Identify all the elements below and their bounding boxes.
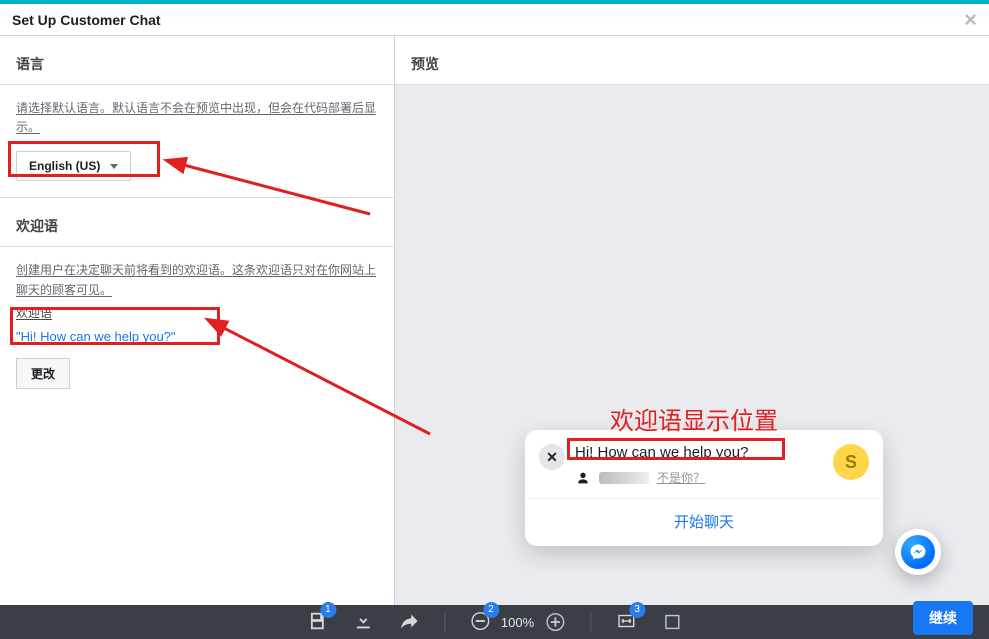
tool-save-badge: 1 (320, 602, 336, 618)
toolbar-tools: 1 2 100% 3 (306, 610, 683, 635)
greeting-field-value[interactable]: "Hi! How can we help you?" (16, 329, 378, 344)
preview-body: ✕ Hi! How can we help you? 不是你？ S 开始 (395, 85, 989, 635)
language-section: 请选择默认语言。默认语言不会在预览中出现，但会在代码部署后显示。 English… (0, 85, 394, 191)
zoom-controls: 2 100% (469, 610, 566, 635)
zoom-out-badge: 2 (483, 602, 499, 618)
toolbar-divider (590, 612, 591, 632)
change-button[interactable]: 更改 (16, 358, 70, 389)
tool-fit-width[interactable]: 3 (615, 610, 637, 635)
card-main: Hi! How can we help you? 不是你？ (575, 444, 823, 486)
card-username-redacted (599, 472, 649, 484)
fit-page-icon (661, 611, 683, 633)
person-icon (575, 470, 591, 486)
greeting-section: 创建用户在决定聊天前将看到的欢迎语。这条欢迎语只对在你网站上聊天的顾客可见。 欢… (0, 247, 394, 398)
panels: 语言 请选择默认语言。默认语言不会在预览中出现，但会在代码部署后显示。 Engl… (0, 36, 989, 635)
plus-circle-icon (544, 611, 566, 633)
card-close-button[interactable]: ✕ (539, 444, 565, 470)
app-root: Set Up Customer Chat × 语言 请选择默认语言。默认语言不会… (0, 0, 989, 639)
card-identity-row: 不是你？ (575, 469, 823, 486)
chat-preview-card: ✕ Hi! How can we help you? 不是你？ S 开始 (525, 430, 883, 546)
zoom-percent: 100% (501, 615, 534, 630)
card-not-you-link[interactable]: 不是你？ (657, 469, 705, 486)
language-selected-value: English (US) (29, 159, 100, 173)
greeting-help-text: 创建用户在决定聊天前将看到的欢迎语。这条欢迎语只对在你网站上聊天的顾客可见。 (16, 261, 378, 299)
language-help-text: 请选择默认语言。默认语言不会在预览中出现，但会在代码部署后显示。 (16, 99, 378, 137)
card-top-row: ✕ Hi! How can we help you? 不是你？ S (539, 444, 869, 486)
bottom-toolbar: 1 2 100% 3 (0, 605, 989, 639)
chevron-down-icon (110, 164, 118, 169)
tool-save[interactable]: 1 (306, 610, 328, 635)
card-avatar: S (833, 444, 869, 480)
share-icon (398, 610, 420, 632)
download-icon (352, 610, 374, 632)
card-greeting-text: Hi! How can we help you? (575, 444, 823, 461)
language-select-wrap: English (US) (16, 151, 378, 181)
language-section-heading: 语言 (0, 36, 394, 85)
tool-download[interactable] (352, 610, 374, 635)
messenger-icon (901, 535, 935, 569)
tool-share[interactable] (398, 610, 420, 635)
greeting-section-heading: 欢迎语 (0, 198, 394, 247)
window-titlebar: Set Up Customer Chat × (0, 4, 989, 36)
greeting-field-label: 欢迎语 (16, 304, 378, 321)
toolbar-divider (444, 612, 445, 632)
preview-heading: 预览 (395, 36, 989, 85)
tool-fit-badge: 3 (629, 602, 645, 618)
preview-panel: 预览 ✕ Hi! How can we help you? 不是你？ (395, 36, 989, 635)
zoom-out-button[interactable]: 2 (469, 610, 491, 635)
language-select[interactable]: English (US) (16, 151, 131, 181)
continue-button[interactable]: 继续 (913, 601, 973, 635)
close-icon[interactable]: × (964, 9, 977, 31)
start-chat-button[interactable]: 开始聊天 (539, 499, 869, 534)
messenger-fab[interactable] (895, 529, 941, 575)
zoom-in-button[interactable] (544, 611, 566, 633)
window-title: Set Up Customer Chat (12, 4, 161, 36)
tool-fit-page[interactable] (661, 611, 683, 633)
left-panel: 语言 请选择默认语言。默认语言不会在预览中出现，但会在代码部署后显示。 Engl… (0, 36, 395, 635)
